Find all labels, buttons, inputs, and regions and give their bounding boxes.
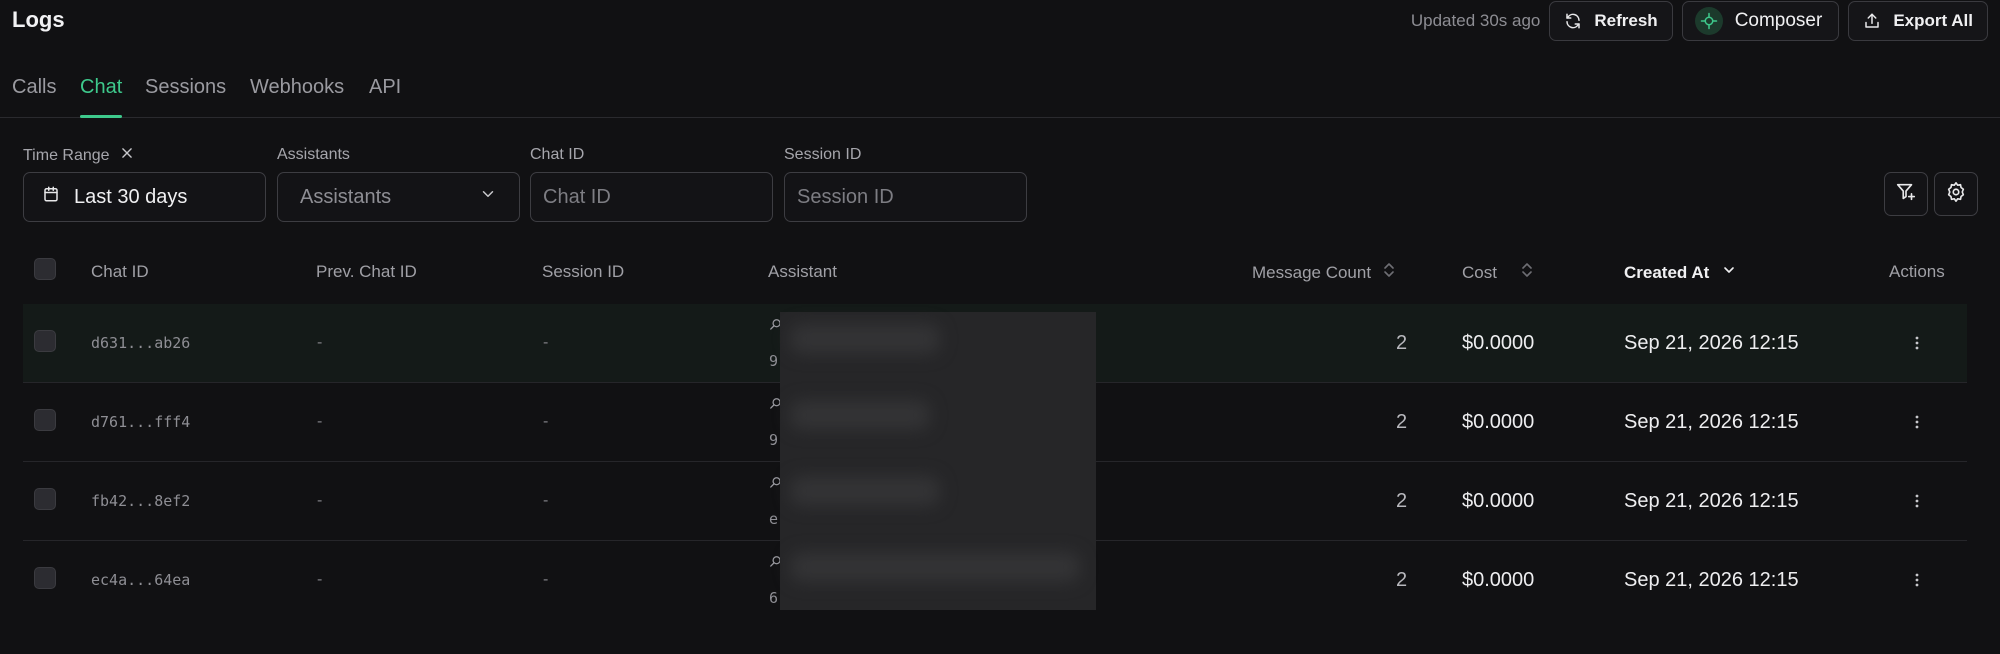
composer-icon xyxy=(1694,7,1723,35)
created-at-header-label: Created At xyxy=(1624,262,1710,282)
col-actions: Actions xyxy=(1889,262,1945,281)
session-id-cell: - xyxy=(543,334,549,351)
col-prev-chat-id: Prev. Chat ID xyxy=(316,262,417,281)
col-session-id: Session ID xyxy=(542,262,625,281)
sort-icon xyxy=(1383,262,1395,283)
time-range-label-text: Time Range xyxy=(23,146,110,164)
tab-api[interactable]: API xyxy=(369,76,401,117)
created-at-cell: Sep 21, 2026 12:15 xyxy=(1624,568,1799,591)
updated-timestamp: Updated 30s ago xyxy=(1410,11,1541,30)
clear-time-range-icon[interactable] xyxy=(120,146,134,165)
more-actions-icon[interactable] xyxy=(1914,541,1920,619)
session-id-field[interactable] xyxy=(784,172,1027,222)
session-id-input[interactable] xyxy=(797,185,1014,209)
tab-calls[interactable]: Calls xyxy=(12,76,56,117)
chat-id-cell[interactable]: d631...ab26 xyxy=(91,304,190,382)
tab-bar: Calls Chat Sessions Webhooks API xyxy=(0,76,2000,118)
message-count-cell: 2 xyxy=(1396,410,1408,433)
select-all-checkbox[interactable] xyxy=(34,258,56,280)
chevron-down-icon xyxy=(479,185,497,209)
filter-plus-icon xyxy=(1895,181,1917,208)
chat-id-cell[interactable]: ec4a...64ea xyxy=(91,541,190,619)
message-count-header-label: Message Count xyxy=(1252,262,1372,282)
export-all-button[interactable]: Export All xyxy=(1848,1,1988,41)
filter-add-button[interactable] xyxy=(1884,172,1928,216)
chat-id-label: Chat ID xyxy=(530,146,585,163)
prev-chat-id-cell: - xyxy=(317,413,323,430)
cost-cell: $0.0000 xyxy=(1462,489,1535,512)
assistants-label: Assistants xyxy=(277,146,350,163)
session-id-cell: - xyxy=(543,492,549,509)
more-actions-icon[interactable] xyxy=(1914,462,1920,540)
assistants-placeholder: Assistants xyxy=(300,185,392,208)
row-checkbox[interactable] xyxy=(34,330,56,352)
cost-header-label: Cost xyxy=(1462,262,1497,282)
calendar-icon xyxy=(42,185,60,209)
prev-chat-id-cell: - xyxy=(317,334,323,351)
col-created-at[interactable]: Created At xyxy=(1624,262,1737,283)
redacted-assistant-names xyxy=(780,312,1096,610)
created-at-cell: Sep 21, 2026 12:15 xyxy=(1624,489,1799,512)
chat-id-field[interactable] xyxy=(530,172,773,222)
session-id-cell: - xyxy=(543,413,549,430)
refresh-label: Refresh xyxy=(1594,11,1658,30)
logs-page: Logs Updated 30s ago Refresh Composer Ex… xyxy=(0,0,2000,654)
cost-cell: $0.0000 xyxy=(1462,568,1535,591)
session-id-label: Session ID xyxy=(784,146,862,163)
prev-chat-id-cell: - xyxy=(317,571,323,588)
message-count-cell: 2 xyxy=(1396,331,1408,354)
header: Logs Updated 30s ago Refresh Composer Ex… xyxy=(0,0,2000,44)
header-actions: Updated 30s ago Refresh Composer Export … xyxy=(1411,1,1988,41)
gear-icon xyxy=(1945,181,1967,208)
created-at-cell: Sep 21, 2026 12:15 xyxy=(1624,410,1799,433)
row-checkbox[interactable] xyxy=(34,409,56,431)
more-actions-icon[interactable] xyxy=(1914,383,1920,461)
export-icon xyxy=(1863,12,1881,30)
col-message-count[interactable]: Message Count xyxy=(1252,262,1395,283)
col-cost[interactable]: Cost xyxy=(1462,262,1533,283)
time-range-picker[interactable]: Last 30 days xyxy=(23,172,266,222)
more-actions-icon[interactable] xyxy=(1914,304,1920,382)
chevron-down-icon xyxy=(1721,262,1737,283)
col-chat-id: Chat ID xyxy=(91,262,149,281)
row-checkbox[interactable] xyxy=(34,488,56,510)
chat-id-cell[interactable]: d761...fff4 xyxy=(91,383,190,461)
tab-webhooks[interactable]: Webhooks xyxy=(250,76,344,117)
refresh-button[interactable]: Refresh xyxy=(1549,1,1673,41)
tab-sessions[interactable]: Sessions xyxy=(145,76,226,117)
time-range-value: Last 30 days xyxy=(74,185,188,208)
row-checkbox[interactable] xyxy=(34,567,56,589)
time-range-label: Time Range xyxy=(23,146,134,165)
composer-label: Composer xyxy=(1734,10,1823,31)
chat-id-input[interactable] xyxy=(543,185,760,209)
message-count-cell: 2 xyxy=(1396,568,1408,591)
sort-icon xyxy=(1521,262,1533,283)
export-label: Export All xyxy=(1893,11,1973,30)
page-title: Logs xyxy=(12,7,65,32)
composer-button[interactable]: Composer xyxy=(1681,1,1840,41)
message-count-cell: 2 xyxy=(1396,489,1408,512)
created-at-cell: Sep 21, 2026 12:15 xyxy=(1624,331,1799,354)
session-id-cell: - xyxy=(543,571,549,588)
settings-button[interactable] xyxy=(1934,172,1978,216)
chat-id-cell[interactable]: fb42...8ef2 xyxy=(91,462,190,540)
tab-chat[interactable]: Chat xyxy=(80,76,123,118)
refresh-icon xyxy=(1564,12,1582,30)
prev-chat-id-cell: - xyxy=(317,492,323,509)
col-assistant: Assistant xyxy=(768,262,837,281)
cost-cell: $0.0000 xyxy=(1462,331,1535,354)
assistants-select[interactable]: Assistants xyxy=(277,172,520,222)
cost-cell: $0.0000 xyxy=(1462,410,1535,433)
